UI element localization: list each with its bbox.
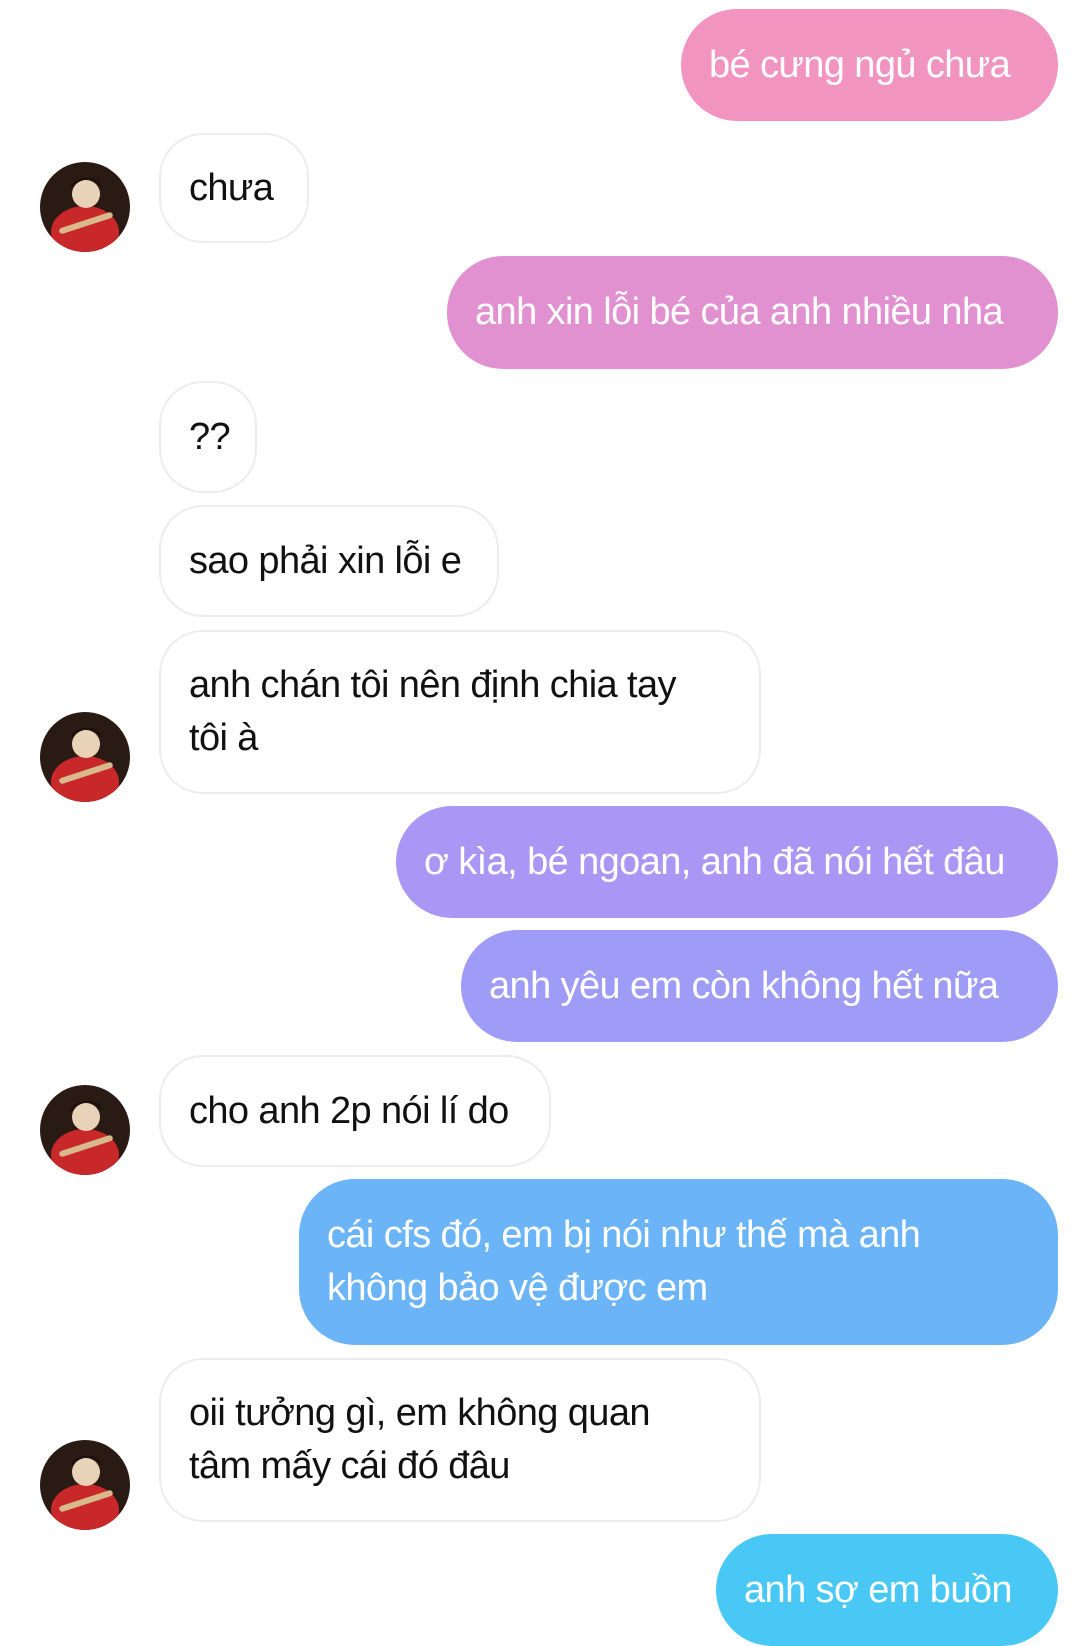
outgoing-message[interactable]: ơ kìa, bé ngoan, anh đã nói hết đâu bbox=[396, 806, 1058, 918]
message-text-line: anh chán tôi nên định chia tay bbox=[189, 664, 677, 706]
message-text: sao phải xin lỗi e bbox=[189, 539, 462, 582]
message-text: ơ kìa, bé ngoan, anh đã nói hết đâu bbox=[424, 840, 1005, 883]
outgoing-message[interactable]: anh xin lỗi bé của anh nhiều nha bbox=[447, 256, 1058, 369]
outgoing-message[interactable]: cái cfs đó, em bị nói như thế mà anh khô… bbox=[299, 1179, 1058, 1345]
contact-avatar-icon[interactable] bbox=[40, 1085, 130, 1175]
message-text: cho anh 2p nói lí do bbox=[189, 1089, 509, 1132]
message-text-line: tâm mấy cái đó đâu bbox=[189, 1445, 510, 1487]
contact-avatar-icon[interactable] bbox=[40, 162, 130, 252]
incoming-message[interactable]: chưa bbox=[159, 133, 309, 243]
incoming-message[interactable]: oii tưởng gì, em không quan tâm mấy cái … bbox=[159, 1358, 761, 1522]
incoming-message[interactable]: cho anh 2p nói lí do bbox=[159, 1055, 551, 1167]
contact-avatar-icon[interactable] bbox=[40, 712, 130, 802]
incoming-message[interactable]: anh chán tôi nên định chia tay tôi à bbox=[159, 630, 761, 794]
message-text: bé cưng ngủ chưa bbox=[709, 43, 1011, 86]
message-text: chưa bbox=[189, 166, 274, 209]
message-text: anh yêu em còn không hết nữa bbox=[489, 964, 999, 1007]
message-text: ?? bbox=[189, 415, 231, 458]
message-text-line: oii tưởng gì, em không quan bbox=[189, 1392, 651, 1434]
outgoing-message[interactable]: anh sợ em buồn bbox=[716, 1534, 1058, 1646]
outgoing-message[interactable]: bé cưng ngủ chưa bbox=[681, 9, 1058, 121]
message-text-line: cái cfs đó, em bị nói như thế mà anh bbox=[327, 1214, 921, 1256]
message-text: anh xin lỗi bé của anh nhiều nha bbox=[475, 291, 1004, 333]
message-text-line: tôi à bbox=[189, 717, 258, 759]
message-text: anh sợ em buồn bbox=[744, 1568, 1013, 1611]
message-text-line: không bảo vệ được em bbox=[327, 1267, 708, 1309]
incoming-message[interactable]: ?? bbox=[159, 381, 257, 493]
outgoing-message[interactable]: anh yêu em còn không hết nữa bbox=[461, 930, 1058, 1042]
contact-avatar-icon[interactable] bbox=[40, 1440, 130, 1530]
incoming-message[interactable]: sao phải xin lỗi e bbox=[159, 505, 499, 617]
